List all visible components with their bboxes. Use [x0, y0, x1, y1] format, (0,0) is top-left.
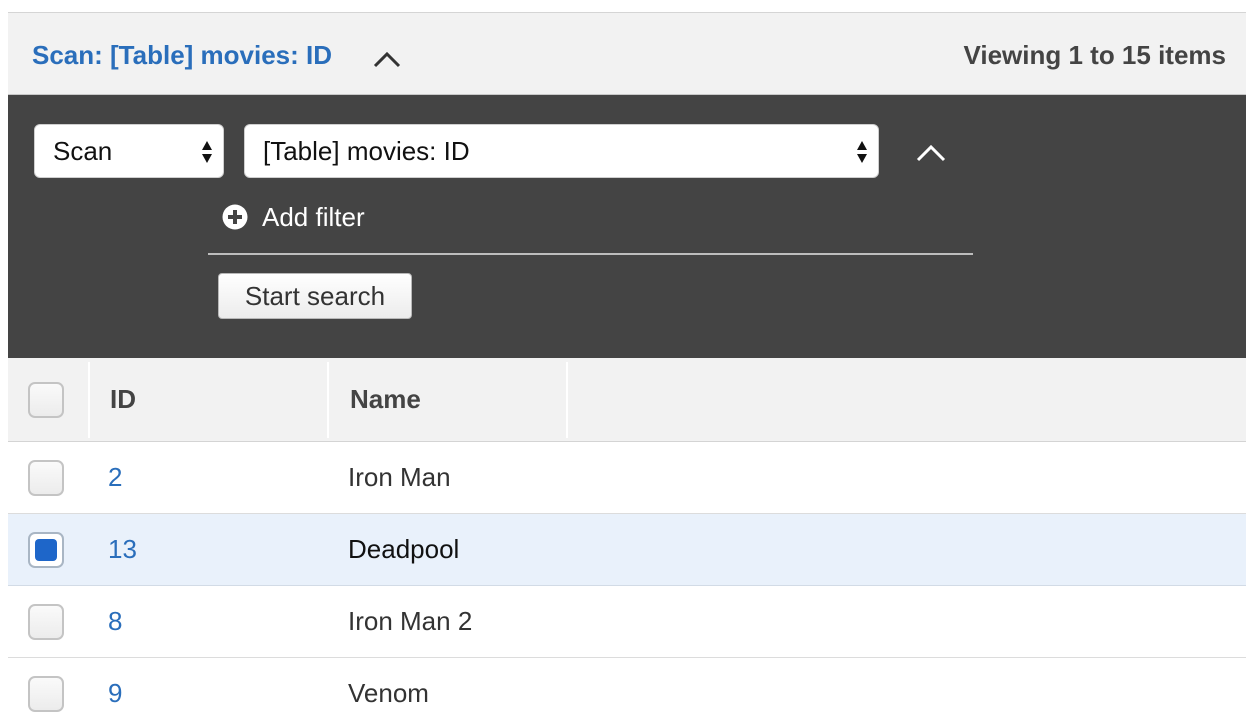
- filter-panel: Scan [Table] movies: ID Add filter Start…: [8, 95, 1246, 358]
- select-arrows-icon: [857, 141, 867, 163]
- row-id-link[interactable]: 2: [108, 462, 122, 493]
- filter-divider: [208, 253, 973, 255]
- row-checkbox[interactable]: [28, 532, 64, 568]
- table-row[interactable]: 2 Iron Man: [8, 442, 1246, 514]
- table-row[interactable]: 9 Venom: [8, 658, 1246, 728]
- row-name: Venom: [348, 678, 429, 708]
- row-checkbox[interactable]: [28, 460, 64, 496]
- add-filter-link[interactable]: Add filter: [222, 199, 365, 235]
- row-id-link[interactable]: 8: [108, 606, 122, 637]
- column-separator[interactable]: [566, 362, 568, 438]
- row-id-link[interactable]: 9: [108, 678, 122, 709]
- collapse-chevron-icon[interactable]: [914, 140, 948, 166]
- column-header-name[interactable]: Name: [350, 384, 421, 415]
- column-separator[interactable]: [327, 362, 329, 438]
- checkbox-checked-mark: [35, 539, 57, 561]
- add-filter-label: Add filter: [262, 201, 365, 232]
- column-separator[interactable]: [88, 362, 90, 438]
- row-checkbox[interactable]: [28, 604, 64, 640]
- start-search-button[interactable]: Start search: [218, 273, 412, 319]
- table-select[interactable]: [Table] movies: ID: [244, 124, 879, 178]
- table-row[interactable]: 13 Deadpool: [8, 514, 1246, 586]
- row-id-link[interactable]: 13: [108, 534, 137, 565]
- row-name: Deadpool: [348, 534, 460, 564]
- row-name: Iron Man: [348, 462, 451, 492]
- row-name: Iron Man 2: [348, 606, 473, 636]
- operation-select[interactable]: Scan: [34, 124, 224, 178]
- row-checkbox[interactable]: [28, 676, 64, 712]
- viewing-count: Viewing 1 to 15 items: [963, 40, 1226, 70]
- column-header-id[interactable]: ID: [110, 384, 136, 415]
- plus-circle-icon: [222, 204, 248, 230]
- select-arrows-icon: [202, 141, 212, 163]
- results-header: Scan: [Table] movies: ID Viewing 1 to 15…: [8, 12, 1246, 95]
- operation-select-value: Scan: [53, 136, 113, 166]
- chevron-up-icon[interactable]: [372, 47, 402, 71]
- table-row[interactable]: 8 Iron Man 2: [8, 586, 1246, 658]
- scan-title[interactable]: Scan: [Table] movies: ID: [32, 40, 332, 71]
- scan-results-panel: Scan: [Table] movies: ID Viewing 1 to 15…: [8, 12, 1246, 728]
- table-select-value: [Table] movies: ID: [263, 136, 470, 166]
- table-header: ID Name: [8, 358, 1246, 442]
- select-all-checkbox[interactable]: [28, 382, 64, 418]
